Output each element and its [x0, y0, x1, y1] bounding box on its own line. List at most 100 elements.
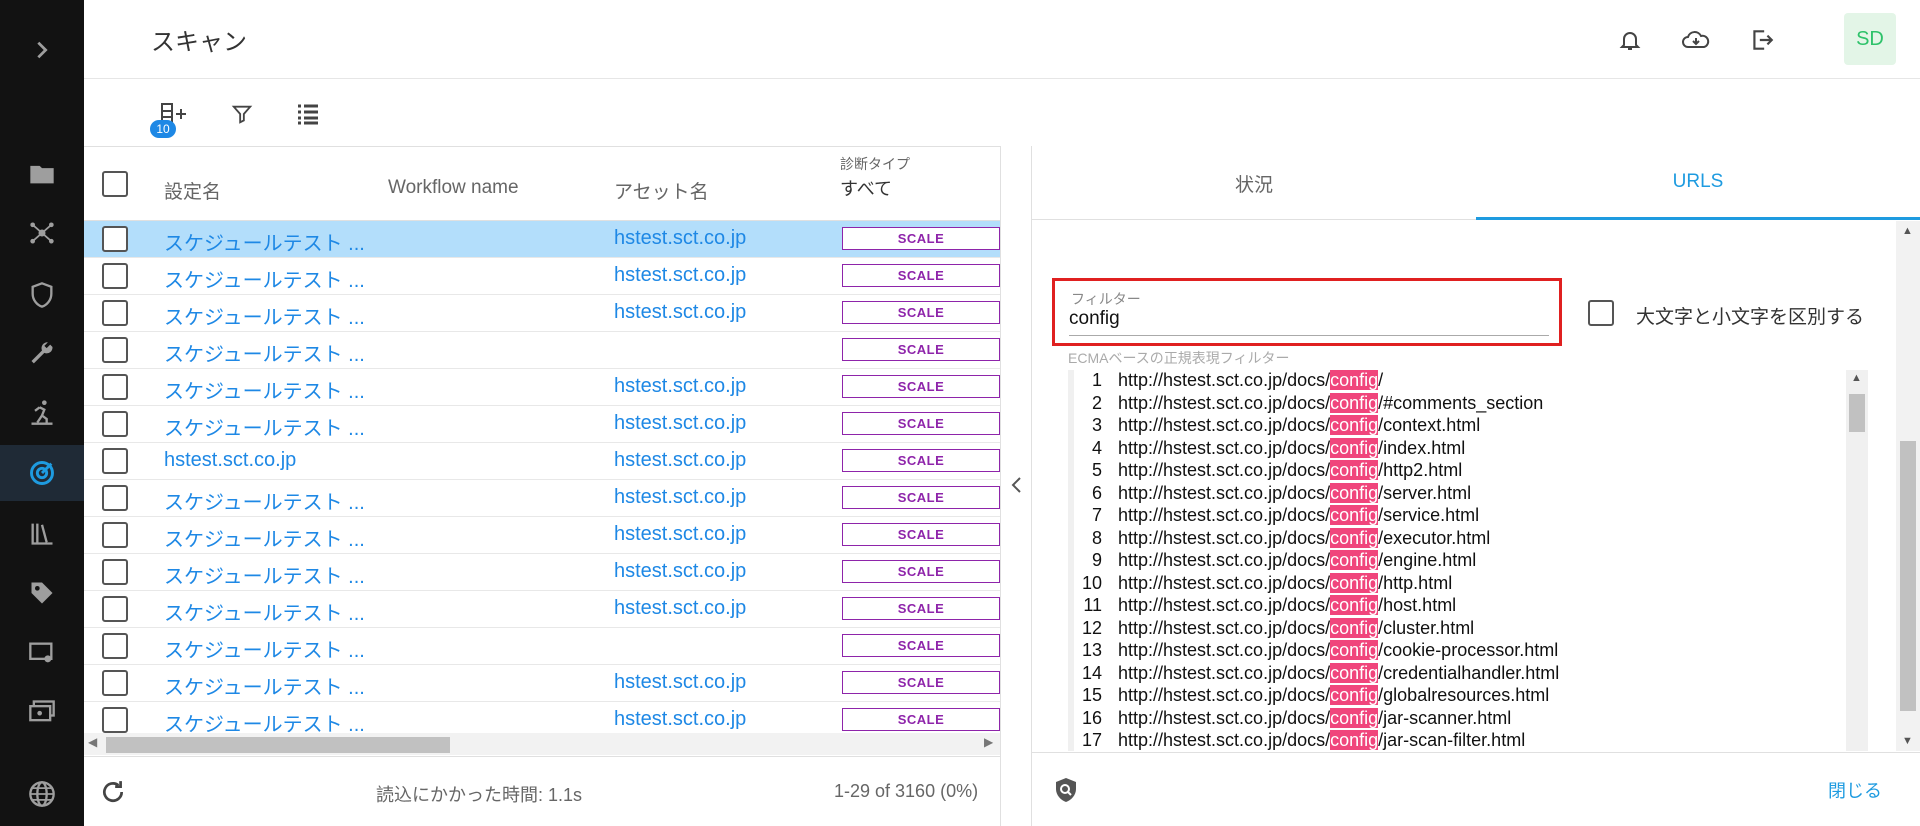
filter-button[interactable] [226, 98, 258, 130]
table-row[interactable]: スケジュールテスト ... hstest.sct.co.jp SCALE [84, 221, 1000, 258]
row-asset-link[interactable]: hstest.sct.co.jp [614, 597, 746, 620]
column-header-name[interactable]: 設定名 [164, 177, 221, 204]
row-checkbox[interactable] [102, 411, 128, 437]
table-row[interactable]: スケジュールテスト ... hstest.sct.co.jp SCALE [84, 591, 1000, 628]
url-text[interactable]: http://hstest.sct.co.jp/docs/config/jar-… [1118, 730, 1525, 751]
row-config-name-link[interactable]: スケジュールテスト ... [164, 264, 365, 293]
url-text[interactable]: http://hstest.sct.co.jp/docs/config/glob… [1118, 685, 1549, 706]
row-config-name-link[interactable]: スケジュールテスト ... [164, 301, 365, 330]
panel-scrollbar[interactable]: ▲ ▼ [1896, 221, 1920, 751]
scroll-right-arrow-icon[interactable]: ▶ [984, 735, 993, 749]
row-asset-link[interactable]: hstest.sct.co.jp [614, 449, 746, 472]
sidebar-item-tasks[interactable] [0, 384, 84, 440]
table-row[interactable]: hstest.sct.co.jp hstest.sct.co.jp SCALE [84, 443, 1000, 480]
sidebar-item-reports[interactable] [0, 505, 84, 561]
url-text[interactable]: http://hstest.sct.co.jp/docs/config/http… [1118, 460, 1462, 481]
sidebar-item-tags[interactable] [0, 565, 84, 621]
panel-scroll-up-icon[interactable]: ▲ [1902, 225, 1913, 237]
tab-status[interactable]: 状況 [1032, 146, 1476, 220]
url-text[interactable]: http://hstest.sct.co.jp/docs/config/#com… [1118, 392, 1543, 414]
sidebar-item-tools[interactable] [0, 326, 84, 382]
row-checkbox[interactable] [102, 374, 128, 400]
panel-scrollbar-thumb[interactable] [1900, 441, 1916, 711]
row-config-name-link[interactable]: スケジュールテスト ... [164, 597, 365, 626]
url-list-scrollbar-thumb[interactable] [1849, 394, 1865, 432]
list-view-button[interactable] [292, 98, 324, 130]
row-asset-link[interactable]: hstest.sct.co.jp [614, 708, 746, 731]
row-asset-link[interactable]: hstest.sct.co.jp [614, 486, 746, 509]
url-text[interactable]: http://hstest.sct.co.jp/docs/config/exec… [1118, 527, 1490, 549]
table-row[interactable]: スケジュールテスト ... SCALE [84, 332, 1000, 369]
sidebar-item-screens[interactable] [0, 684, 84, 740]
select-all-checkbox[interactable] [102, 171, 128, 197]
avatar[interactable]: SD [1844, 13, 1896, 65]
row-asset-link[interactable]: hstest.sct.co.jp [614, 301, 746, 324]
table-row[interactable]: スケジュールテスト ... hstest.sct.co.jp SCALE [84, 258, 1000, 295]
sidebar-item-network[interactable] [0, 205, 84, 261]
row-checkbox[interactable] [102, 448, 128, 474]
collapse-pane-icon[interactable] [1009, 476, 1023, 500]
sidebar-item-language[interactable] [0, 766, 84, 822]
table-row[interactable]: スケジュールテスト ... hstest.sct.co.jp SCALE [84, 517, 1000, 554]
row-checkbox[interactable] [102, 559, 128, 585]
url-text[interactable]: http://hstest.sct.co.jp/docs/config/http… [1118, 572, 1452, 594]
sidebar-item-folders[interactable] [0, 146, 84, 202]
table-row[interactable]: スケジュールテスト ... hstest.sct.co.jp SCALE [84, 295, 1000, 332]
url-text[interactable]: http://hstest.sct.co.jp/docs/config/host… [1118, 595, 1456, 616]
url-text[interactable]: http://hstest.sct.co.jp/docs/config/serv… [1118, 482, 1471, 504]
diag-type-filter-select[interactable]: すべて [840, 175, 892, 201]
row-checkbox[interactable] [102, 707, 128, 733]
row-asset-link[interactable]: hstest.sct.co.jp [614, 227, 746, 250]
row-checkbox[interactable] [102, 670, 128, 696]
scroll-left-arrow-icon[interactable]: ◀ [88, 735, 97, 749]
horizontal-scrollbar[interactable]: ◀ ▶ [84, 733, 1000, 755]
filter-field[interactable]: フィルター [1052, 278, 1562, 346]
url-text[interactable]: http://hstest.sct.co.jp/docs/config/inde… [1118, 437, 1465, 459]
row-checkbox[interactable] [102, 633, 128, 659]
table-row[interactable]: スケジュールテスト ... hstest.sct.co.jp SCALE [84, 406, 1000, 443]
column-header-workflow[interactable]: Workflow name [388, 177, 519, 199]
row-asset-link[interactable]: hstest.sct.co.jp [614, 375, 746, 398]
table-row[interactable]: スケジュールテスト ... hstest.sct.co.jp SCALE [84, 665, 1000, 702]
row-config-name-link[interactable]: スケジュールテスト ... [164, 671, 365, 700]
url-list-scrollbar[interactable]: ▲ [1846, 370, 1868, 751]
row-asset-link[interactable]: hstest.sct.co.jp [614, 560, 746, 583]
notifications-button[interactable] [1614, 24, 1646, 56]
case-sensitive-checkbox[interactable] [1588, 300, 1614, 326]
url-text[interactable]: http://hstest.sct.co.jp/docs/config/serv… [1118, 505, 1479, 526]
sidebar-item-security[interactable] [0, 267, 84, 323]
row-checkbox[interactable] [102, 485, 128, 511]
cloud-download-button[interactable] [1680, 24, 1712, 56]
row-config-name-link[interactable]: スケジュールテスト ... [164, 560, 365, 589]
filter-input[interactable] [1069, 308, 1539, 330]
row-config-name-link[interactable]: スケジュールテスト ... [164, 634, 365, 663]
table-row[interactable]: スケジュールテスト ... SCALE [84, 628, 1000, 665]
row-config-name-link[interactable]: スケジュールテスト ... [164, 227, 365, 256]
expand-sidebar-button[interactable] [22, 30, 62, 70]
table-row[interactable]: スケジュールテスト ... hstest.sct.co.jp SCALE [84, 554, 1000, 591]
logout-button[interactable] [1746, 24, 1778, 56]
row-asset-link[interactable]: hstest.sct.co.jp [614, 523, 746, 546]
horizontal-scrollbar-thumb[interactable] [106, 737, 450, 753]
pane-divider[interactable] [1000, 146, 1032, 826]
sidebar-item-monitor-settings[interactable] [0, 625, 84, 681]
row-asset-link[interactable]: hstest.sct.co.jp [614, 412, 746, 435]
url-text[interactable]: http://hstest.sct.co.jp/docs/config/cont… [1118, 415, 1480, 436]
table-row[interactable]: スケジュールテスト ... hstest.sct.co.jp SCALE [84, 480, 1000, 517]
url-text[interactable]: http://hstest.sct.co.jp/docs/config/engi… [1118, 550, 1476, 571]
row-config-name-link[interactable]: スケジュールテスト ... [164, 523, 365, 552]
tab-urls[interactable]: URLS [1476, 146, 1920, 220]
url-scroll-up-icon[interactable]: ▲ [1851, 372, 1862, 384]
sidebar-item-scan[interactable] [0, 445, 84, 501]
refresh-button[interactable] [100, 779, 128, 807]
row-checkbox[interactable] [102, 300, 128, 326]
url-text[interactable]: http://hstest.sct.co.jp/docs/config/cook… [1118, 640, 1558, 661]
column-header-asset[interactable]: アセット名 [614, 177, 709, 204]
row-config-name-link[interactable]: スケジュールテスト ... [164, 412, 365, 441]
row-checkbox[interactable] [102, 522, 128, 548]
table-row[interactable]: スケジュールテスト ... hstest.sct.co.jp SCALE [84, 369, 1000, 406]
url-text[interactable]: http://hstest.sct.co.jp/docs/config/cred… [1118, 662, 1559, 684]
row-checkbox[interactable] [102, 226, 128, 252]
url-text[interactable]: http://hstest.sct.co.jp/docs/config/clus… [1118, 617, 1474, 639]
row-config-name-link[interactable]: スケジュールテスト ... [164, 375, 365, 404]
